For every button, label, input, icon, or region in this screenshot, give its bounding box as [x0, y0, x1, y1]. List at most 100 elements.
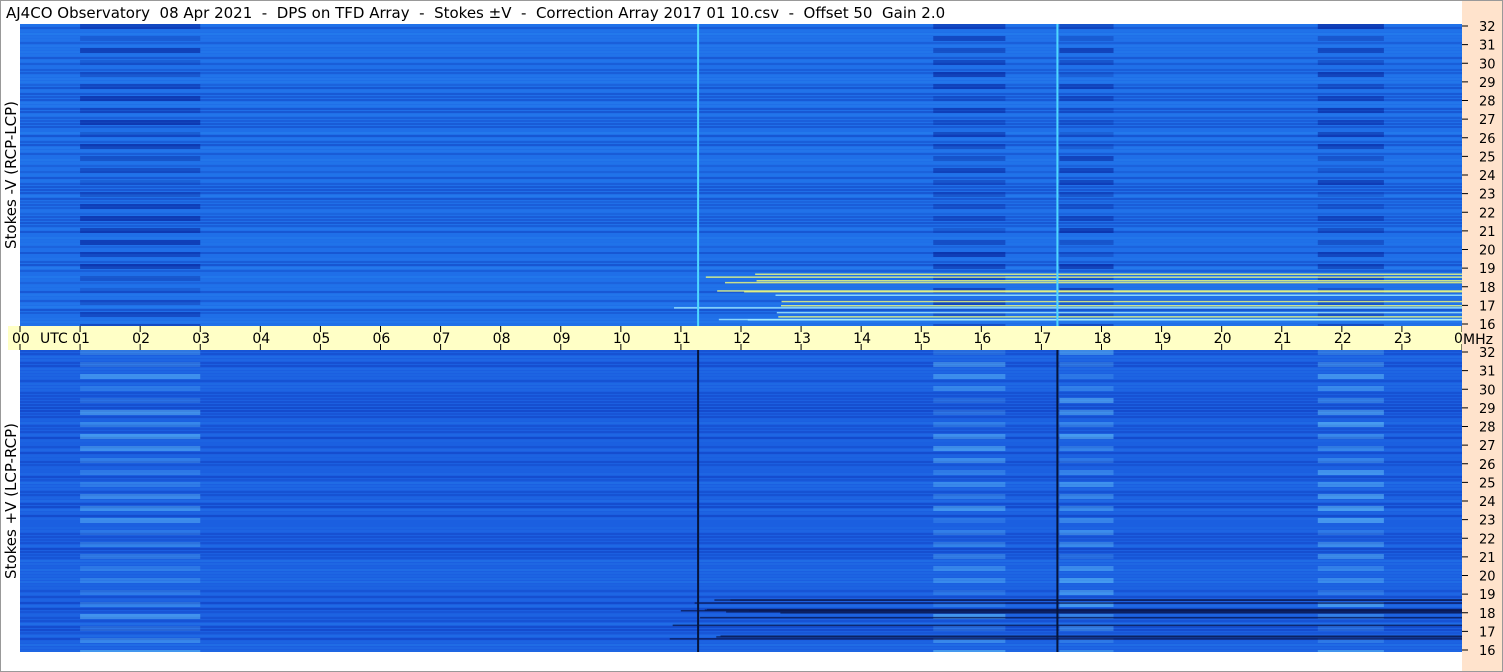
activity-band — [1059, 398, 1114, 403]
y-tick-label: 23 — [1479, 188, 1496, 203]
x-tick-label: 13 — [793, 331, 811, 347]
x-tick-label: 03 — [192, 331, 210, 347]
spectrogram-stripe — [20, 219, 1462, 221]
spectrogram-stripe — [20, 548, 1462, 550]
spectrogram-stripe — [20, 578, 1462, 580]
activity-band — [1317, 228, 1384, 233]
activity-band — [80, 470, 201, 475]
y-tick-label: 17 — [1479, 299, 1496, 314]
spectrogram-stripe — [20, 647, 1462, 649]
activity-band — [1059, 252, 1114, 257]
activity-band — [1317, 350, 1384, 355]
activity-band — [1317, 434, 1384, 439]
spectrogram-stripe — [20, 365, 1462, 367]
activity-band — [80, 554, 201, 559]
spectrogram-stripe — [20, 147, 1462, 149]
spectrogram-stripe — [20, 69, 1462, 71]
activity-band — [1059, 240, 1114, 245]
spectrogram-stripe — [20, 129, 1462, 131]
spectrogram-stripe — [20, 395, 1462, 397]
x-tick-label: 02 — [132, 331, 150, 347]
spectrogram-stripe — [20, 362, 1462, 364]
activity-band — [1059, 228, 1114, 233]
activity-band — [1317, 84, 1384, 89]
spectrogram-stripe — [20, 512, 1462, 514]
spectrogram-stripe — [20, 467, 1462, 469]
activity-band — [933, 590, 1006, 595]
spectrogram-stripe — [20, 419, 1462, 421]
activity-band — [1059, 410, 1114, 415]
spectrogram-stripe — [20, 60, 1462, 62]
spectrogram-stripe — [20, 527, 1462, 529]
spectrogram-stripe — [20, 189, 1462, 191]
spectrogram-stripe — [20, 93, 1462, 95]
x-tick-label: 10 — [613, 331, 631, 347]
activity-band — [933, 530, 1006, 535]
spectrogram-bottom-panel — [20, 350, 1462, 652]
activity-band — [1059, 506, 1114, 511]
spectrogram-stripe — [20, 428, 1462, 430]
spectrogram-stripe — [20, 569, 1462, 571]
activity-band — [1317, 300, 1384, 305]
spectrogram-stripe — [20, 84, 1462, 86]
y-tick-label: 28 — [1479, 95, 1496, 110]
y-tick-label: 25 — [1479, 476, 1496, 491]
activity-band — [933, 626, 1006, 631]
activity-band — [80, 350, 201, 355]
activity-band — [1317, 422, 1384, 427]
activity-band — [933, 264, 1006, 269]
spectrogram-stripe — [20, 464, 1462, 466]
spectrogram-stripe — [20, 258, 1462, 260]
activity-band — [1317, 252, 1384, 257]
frequency-axis: 32 31 30 29 28 27 26 25 24 23 22 21 20 19 18 17 16 32 31 30… — [1462, 0, 1503, 672]
spectrogram-stripe — [20, 288, 1462, 290]
spectrogram-stripe — [20, 270, 1462, 272]
spectrogram-stripe — [20, 249, 1462, 251]
activity-band — [1059, 590, 1114, 595]
interference-line — [674, 307, 1462, 309]
interference-line — [705, 276, 1462, 278]
interference-line — [781, 300, 1462, 303]
y-tick-label: 17 — [1479, 625, 1496, 640]
activity-band — [1317, 398, 1384, 403]
activity-band — [1317, 446, 1384, 451]
x-tick-label: 18 — [1094, 331, 1112, 347]
spectrogram-stripe — [20, 557, 1462, 559]
activity-band — [933, 72, 1006, 77]
spectrogram-stripe — [20, 45, 1462, 47]
activity-band — [1317, 482, 1384, 487]
activity-band — [1059, 350, 1114, 355]
spectrogram-stripe — [20, 356, 1462, 358]
spectrogram-stripe — [20, 422, 1462, 424]
activity-band — [933, 422, 1006, 427]
activity-band — [1059, 120, 1114, 125]
activity-band — [1059, 422, 1114, 427]
spectrogram-stripe — [20, 563, 1462, 565]
activity-band — [1317, 240, 1384, 245]
y-tick-label: 27 — [1479, 113, 1496, 128]
activity-band — [933, 108, 1006, 113]
activity-band — [1317, 458, 1384, 463]
spectrogram-stripe — [20, 174, 1462, 176]
activity-band — [1059, 72, 1114, 77]
activity-band — [933, 192, 1006, 197]
spectrogram-stripe — [20, 138, 1462, 140]
spectrogram-stripe — [20, 359, 1462, 361]
y-tick-label: 27 — [1479, 439, 1496, 454]
spectrogram-stripe — [20, 443, 1462, 445]
y-tick-label: 21 — [1479, 225, 1496, 240]
activity-band — [1059, 96, 1114, 101]
spectrogram-stripe — [20, 252, 1462, 254]
spectrogram-stripe — [20, 566, 1462, 568]
interference-line — [747, 319, 1462, 321]
spectrogram-stripe — [20, 392, 1462, 394]
y-tick-label: 30 — [1479, 383, 1496, 398]
interference-line — [778, 316, 1462, 318]
activity-band — [933, 120, 1006, 125]
y-axis-label-top: Stokes -V (RCP-LCP) — [0, 24, 22, 326]
spectrogram-stripe — [20, 572, 1462, 574]
activity-band — [1059, 626, 1114, 631]
spectrogram-stripe — [20, 144, 1462, 146]
spectrogram-stripe — [20, 180, 1462, 182]
activity-band — [933, 84, 1006, 89]
